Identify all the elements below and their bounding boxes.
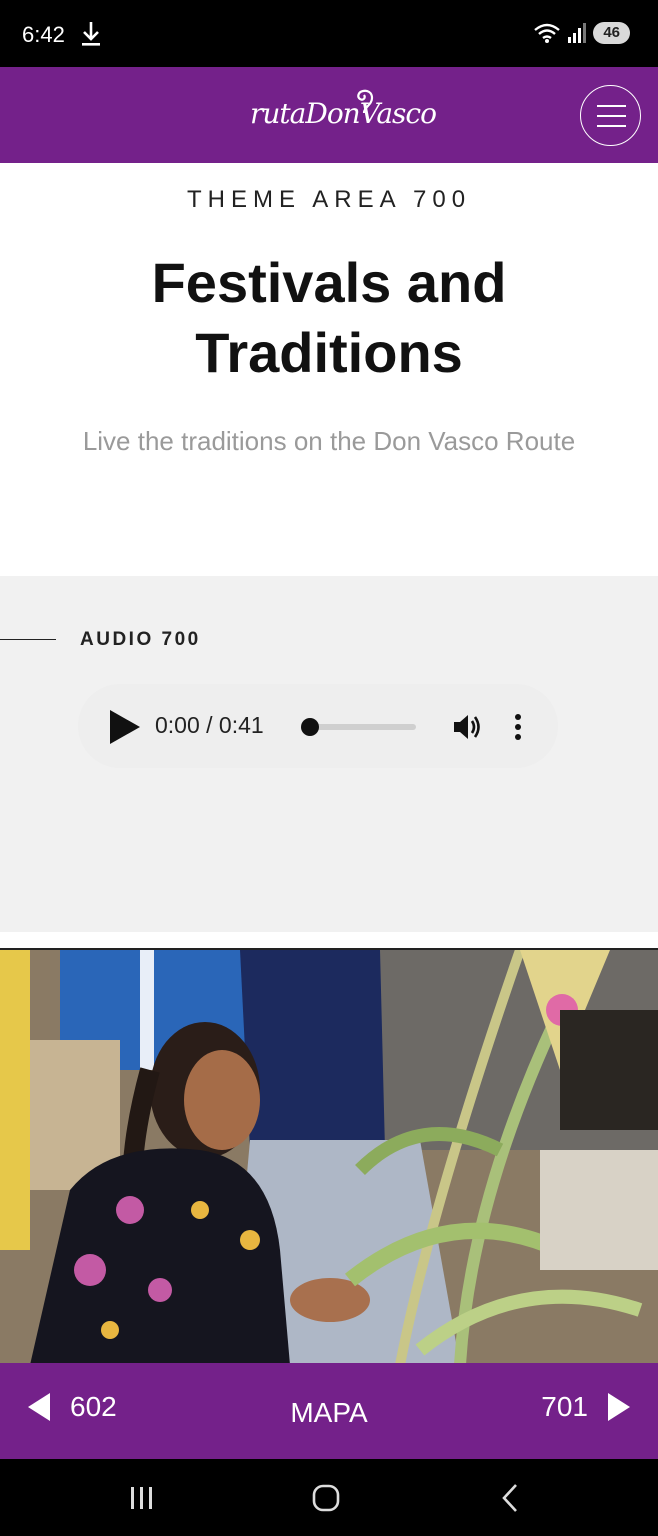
bottom-nav: 602 MAPA 701 [0, 1363, 658, 1459]
seek-knob[interactable] [301, 718, 319, 736]
map-button[interactable]: MAPA [290, 1397, 367, 1428]
back-icon[interactable] [490, 1481, 530, 1515]
app-header: rutaDonVasco [0, 67, 658, 163]
audio-label: AUDIO 700 [80, 629, 201, 650]
arrow-left-icon [28, 1393, 50, 1421]
festival-photo [0, 948, 658, 1363]
audio-time: 0:00 / 0:41 [155, 712, 264, 738]
next-area-label: 701 [541, 1391, 588, 1422]
wifi-icon [534, 23, 561, 43]
audio-section: AUDIO 700 0:00 / 0:41 [0, 576, 658, 932]
signal-icon [568, 23, 587, 43]
festival-photo-illustration [0, 950, 658, 1363]
download-icon [82, 22, 100, 46]
system-nav-bar [0, 1459, 658, 1536]
battery-icon: 46 [593, 22, 630, 44]
prev-area-button[interactable]: 602 [26, 1391, 117, 1423]
status-icons: 46 [533, 22, 630, 44]
play-icon[interactable] [108, 708, 142, 746]
logo[interactable]: rutaDonVasco [250, 97, 437, 130]
audio-seek-slider[interactable] [301, 718, 416, 736]
recent-apps-icon[interactable] [122, 1481, 162, 1515]
home-icon[interactable] [306, 1481, 346, 1515]
volume-icon[interactable] [450, 710, 484, 744]
theme-area-label: THEME AREA 700 [186, 186, 472, 213]
status-bar: 6:42 46 [0, 0, 658, 67]
prev-area-label: 602 [70, 1391, 117, 1422]
page-title: Festivals and Traditions [151, 251, 507, 384]
audio-player: 0:00 / 0:41 [78, 684, 558, 768]
hamburger-menu-icon[interactable] [580, 85, 641, 146]
status-time: 6:42 [22, 22, 65, 47]
arrow-right-icon [608, 1393, 630, 1421]
page-subtitle: Live the traditions on the Don Vasco Rou… [82, 426, 576, 456]
audio-divider [0, 639, 56, 640]
next-area-button[interactable]: 701 [541, 1391, 632, 1423]
more-vertical-icon[interactable] [508, 710, 528, 744]
